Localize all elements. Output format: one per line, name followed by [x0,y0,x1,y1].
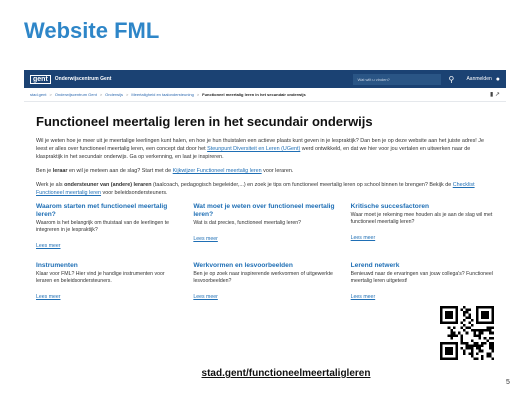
page-title: Functioneel meertalig leren in het secun… [36,114,373,129]
intro-paragraph: Wil je weten hoe je meer uit je meertali… [36,138,484,160]
teacher-paragraph: Ben je leraar en wil je meteen aan de sl… [36,168,294,174]
read-more-link[interactable]: Lees meer [193,236,218,242]
slide-title: Website FML [24,18,160,43]
card-text: Ben je op zoek naar inspirerende werkvor… [193,271,333,284]
card-title[interactable]: Kritische succesfactoren [351,203,494,211]
steunpunt-link[interactable]: Steunpunt Diversiteit en Leren (UGent) [207,146,300,152]
breadcrumb-separator: > [99,92,103,97]
qr-code[interactable] [440,306,494,360]
breadcrumb-current: Functioneel meertalig leren in het secun… [202,92,306,97]
topic-card: Kritische succesfactoren Waar moet je re… [351,203,494,252]
topic-card: Lerend netwerk Benieuwd naar de ervaring… [351,262,494,303]
breadcrumb-separator: > [125,92,129,97]
slide-url[interactable]: stad.gent/functioneelmeertaligleren [0,368,532,379]
kijkwijzer-link[interactable]: Kijkwijzer Functioneel meertalig leren [173,168,262,174]
topic-card: Instrumenten Klaar voor FML? Hier vind j… [36,262,179,303]
share-icon[interactable]: ▮ ↗ [490,91,500,98]
read-more-link[interactable]: Lees meer [36,294,61,300]
card-title[interactable]: Wat moet je weten over functioneel meert… [193,203,336,219]
card-title[interactable]: Werkvormen en lesvoorbeelden [193,262,336,270]
card-title[interactable]: Lerend netwerk [351,262,494,270]
read-more-link[interactable]: Lees meer [351,235,376,241]
topic-card: Waarom starten met functioneel meertalig… [36,203,179,252]
card-text: Benieuwd naar de ervaringen van jouw col… [350,271,493,284]
login-label: Aanmelden [466,76,492,82]
card-title[interactable]: Instrumenten [36,262,179,270]
card-title[interactable]: Waarom starten met functioneel meertalig… [36,203,179,219]
breadcrumb-item[interactable]: Onderwijscentrum Gent [55,92,97,97]
read-more-link[interactable]: Lees meer [351,294,376,300]
topic-card: Werkvormen en lesvoorbeelden Ben je op z… [193,262,336,303]
card-text: Wat is dat precies, functioneel meertali… [193,220,301,226]
read-more-link[interactable]: Lees meer [36,243,61,249]
support-paragraph: Werk je als ondersteuner van (andere) le… [36,182,475,196]
login-button[interactable]: Aanmelden ● [466,76,500,83]
website-screenshot: gent Onderwijscentrum Gent Wat wilt u vi… [24,70,506,360]
main-content: Functioneel meertalig leren in het secun… [24,114,506,303]
breadcrumb-item[interactable]: Meertaligheid en taalondersteuning [131,92,194,97]
page-number: 5 [506,379,510,386]
topic-card: Wat moet je weten over functioneel meert… [193,203,336,252]
card-text: Waar moet je rekening mee houden als je … [350,212,493,225]
gent-logo[interactable]: gent [30,74,51,84]
breadcrumb-item[interactable]: stad.gent [30,92,46,97]
breadcrumb: stad.gent > Onderwijscentrum Gent > Onderw… [24,88,506,102]
breadcrumb-item[interactable]: Onderwijs [105,92,123,97]
site-header: gent Onderwijscentrum Gent Wat wilt u vi… [24,70,506,88]
user-icon: ● [495,75,500,83]
search-input[interactable]: Wat wilt u vinden? [353,73,442,85]
read-more-link[interactable]: Lees meer [193,294,218,300]
card-text: Waarom is het belangrijk om thuistaal va… [36,220,170,233]
site-name[interactable]: Onderwijscentrum Gent [55,76,112,82]
search-icon[interactable]: ⚲ [444,75,458,84]
card-text: Klaar voor FML? Hier vind je handige ins… [36,271,165,284]
topic-cards: Waarom starten met functioneel meertalig… [36,203,494,303]
breadcrumb-separator: > [196,92,200,97]
breadcrumb-separator: > [49,92,52,97]
